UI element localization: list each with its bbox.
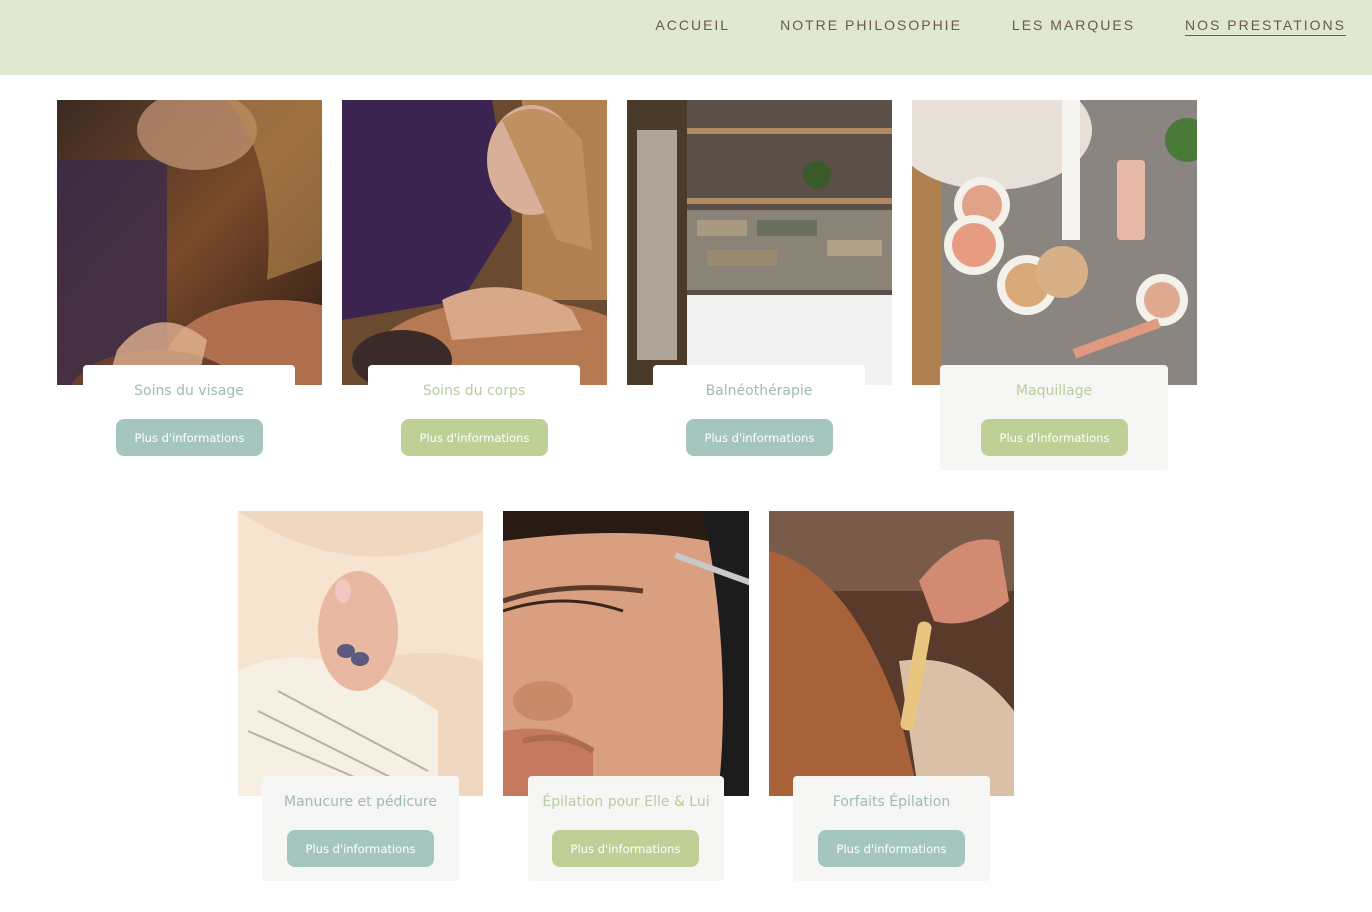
service-card-maquillage: Maquillage Plus d'informations: [912, 100, 1197, 472]
service-photo: [57, 100, 322, 385]
more-info-button[interactable]: Plus d'informations: [552, 830, 699, 867]
nav-accueil[interactable]: ACCUEIL: [655, 17, 730, 36]
service-card-balneotherapie: Balnéothérapie Plus d'informations: [627, 100, 892, 460]
service-card-forfaits-epilation: Forfaits Épilation Plus d'informations: [769, 511, 1014, 883]
service-card-manucure: Manucure et pédicure Plus d'informations: [238, 511, 483, 883]
nav-notre-philosophie[interactable]: NOTRE PHILOSOPHIE: [780, 17, 962, 36]
service-photo: [769, 511, 1014, 796]
service-panel: Balnéothérapie Plus d'informations: [653, 365, 865, 456]
service-card-soins-visage: Soins du visage Plus d'informations: [57, 100, 322, 460]
service-card-soins-corps: Soins du corps Plus d'informations: [342, 100, 607, 460]
more-info-button[interactable]: Plus d'informations: [116, 419, 263, 456]
more-info-button[interactable]: Plus d'informations: [818, 830, 965, 867]
more-info-button[interactable]: Plus d'informations: [981, 419, 1128, 456]
service-panel: Manucure et pédicure Plus d'informations: [262, 776, 459, 881]
service-panel: Soins du corps Plus d'informations: [368, 365, 580, 456]
service-photo: [503, 511, 749, 796]
more-info-button[interactable]: Plus d'informations: [401, 419, 548, 456]
nav-nos-prestations[interactable]: NOS PRESTATIONS: [1185, 17, 1346, 36]
service-title: Forfaits Épilation: [832, 794, 951, 810]
service-panel: Épilation pour Elle & Lui Plus d'informa…: [528, 776, 724, 881]
service-panel: Soins du visage Plus d'informations: [83, 365, 295, 456]
service-panel: Maquillage Plus d'informations: [940, 365, 1168, 470]
service-title: Balnéothérapie: [705, 383, 813, 399]
more-info-button[interactable]: Plus d'informations: [287, 830, 434, 867]
service-title: Soins du visage: [134, 383, 244, 399]
more-info-button[interactable]: Plus d'informations: [686, 419, 833, 456]
service-photo: [912, 100, 1197, 385]
service-card-epilation: Épilation pour Elle & Lui Plus d'informa…: [503, 511, 749, 883]
header-bar: ACCUEIL NOTRE PHILOSOPHIE LES MARQUES NO…: [0, 0, 1372, 75]
service-title: Soins du corps: [422, 383, 526, 399]
service-photo: [627, 100, 892, 385]
service-photo: [342, 100, 607, 385]
main-nav: ACCUEIL NOTRE PHILOSOPHIE LES MARQUES NO…: [605, 17, 1346, 36]
nav-les-marques[interactable]: LES MARQUES: [1012, 17, 1135, 36]
service-photo: [238, 511, 483, 796]
service-title: Épilation pour Elle & Lui: [542, 794, 710, 810]
service-title: Maquillage: [1015, 383, 1093, 399]
service-panel: Forfaits Épilation Plus d'informations: [793, 776, 990, 881]
service-title: Manucure et pédicure: [284, 794, 437, 810]
